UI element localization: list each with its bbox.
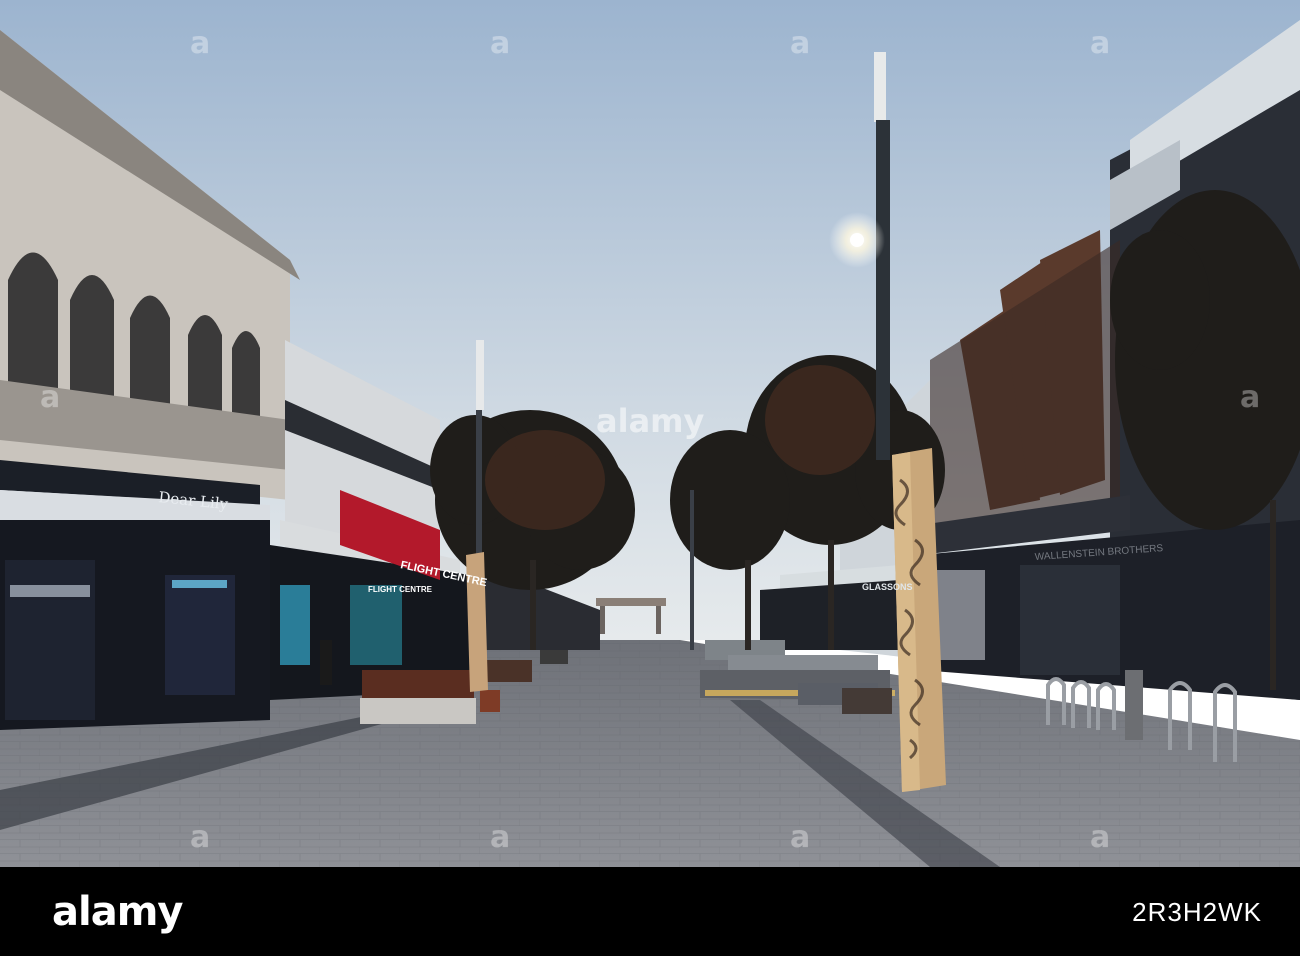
- watermark-tile: a: [490, 820, 511, 855]
- glassons-sign: GLASSONS: [862, 582, 913, 592]
- brand-logo: alamy: [52, 889, 183, 935]
- watermark-tile: a: [1090, 26, 1111, 61]
- watermark-tile: a: [1090, 820, 1111, 855]
- watermark-tile: a: [40, 380, 61, 415]
- watermark-tile: a: [190, 26, 211, 61]
- watermark-tile: a: [490, 26, 511, 61]
- flight-centre-sign: FLIGHT CENTRE: [368, 585, 433, 594]
- watermark-tile: a: [190, 820, 211, 855]
- watermark-center: alamy: [596, 402, 705, 440]
- footer-bar: alamy 2R3H2WK: [0, 867, 1300, 956]
- image-id: 2R3H2WK: [1132, 897, 1262, 927]
- watermark-tile: a: [790, 820, 811, 855]
- watermark-tile: a: [1240, 380, 1261, 415]
- street-photo: Dear Lily FLIGHT CENTRE FLIGHT CENTRE GL…: [0, 0, 1300, 867]
- watermark-tile: a: [790, 26, 811, 61]
